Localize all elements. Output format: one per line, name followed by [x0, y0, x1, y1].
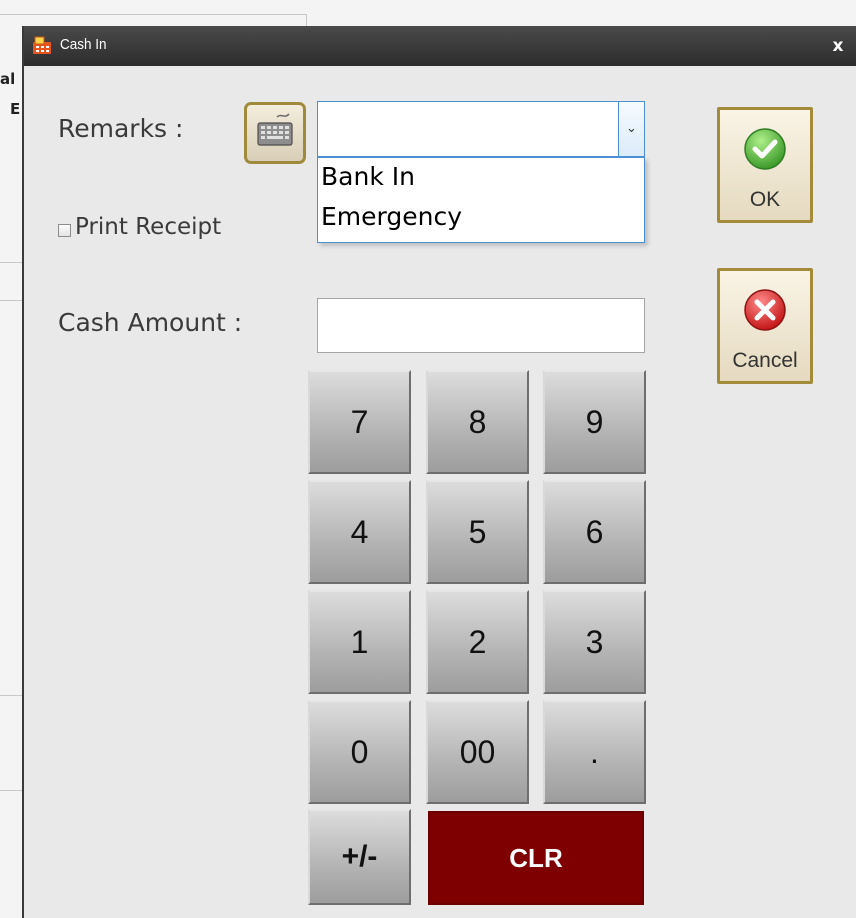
remarks-combobox[interactable]: ⌄ — [317, 101, 645, 157]
remarks-dropdown-list: Bank In Emergency — [317, 157, 645, 243]
x-circle-icon — [744, 289, 786, 331]
remarks-option[interactable]: Emergency — [321, 202, 462, 231]
print-receipt-label: Print Receipt — [75, 214, 222, 240]
check-circle-icon — [744, 128, 786, 170]
background-divider — [306, 14, 307, 26]
keyboard-button[interactable] — [244, 102, 306, 164]
background-divider — [0, 262, 22, 263]
keypad-key-plus-minus[interactable]: +/- — [308, 809, 411, 905]
cash-amount-label: Cash Amount : — [58, 308, 243, 337]
cash-register-icon — [33, 36, 51, 54]
keypad-key-00[interactable]: 00 — [426, 700, 529, 804]
keypad-key-2[interactable]: 2 — [426, 590, 529, 694]
keypad-key-8[interactable]: 8 — [426, 370, 529, 474]
ok-button[interactable]: OK — [717, 107, 813, 223]
background-divider — [0, 14, 306, 15]
background-label: E — [10, 100, 21, 118]
cancel-button[interactable]: Cancel — [717, 268, 813, 384]
background-divider — [0, 300, 22, 301]
background-label: al — [0, 70, 16, 88]
dialog-title: Cash In — [60, 36, 107, 53]
close-button[interactable]: x — [822, 30, 854, 62]
keypad-key-4[interactable]: 4 — [308, 480, 411, 584]
keypad-key-3[interactable]: 3 — [543, 590, 646, 694]
background-divider — [0, 790, 22, 791]
keyboard-icon — [257, 113, 293, 146]
keypad-key-9[interactable]: 9 — [543, 370, 646, 474]
remarks-option[interactable]: Bank In — [321, 162, 415, 191]
title-bar[interactable]: Cash In x — [24, 26, 856, 66]
checkbox-box[interactable] — [58, 224, 71, 237]
keypad-key-decimal[interactable]: . — [543, 700, 646, 804]
cash-amount-input[interactable] — [317, 298, 645, 353]
chevron-down-icon[interactable]: ⌄ — [618, 102, 644, 156]
keypad-key-1[interactable]: 1 — [308, 590, 411, 694]
keypad-key-7[interactable]: 7 — [308, 370, 411, 474]
cash-in-dialog: Cash In x Remarks : ⌄ Bank In Emergency … — [22, 26, 856, 918]
remarks-label: Remarks : — [58, 114, 184, 143]
keypad-key-0[interactable]: 0 — [308, 700, 411, 804]
cancel-label: Cancel — [732, 349, 798, 372]
ok-label: OK — [749, 188, 781, 211]
background-divider — [0, 695, 22, 696]
keypad-key-6[interactable]: 6 — [543, 480, 646, 584]
keypad-key-5[interactable]: 5 — [426, 480, 529, 584]
clear-button[interactable]: CLR — [428, 811, 644, 905]
